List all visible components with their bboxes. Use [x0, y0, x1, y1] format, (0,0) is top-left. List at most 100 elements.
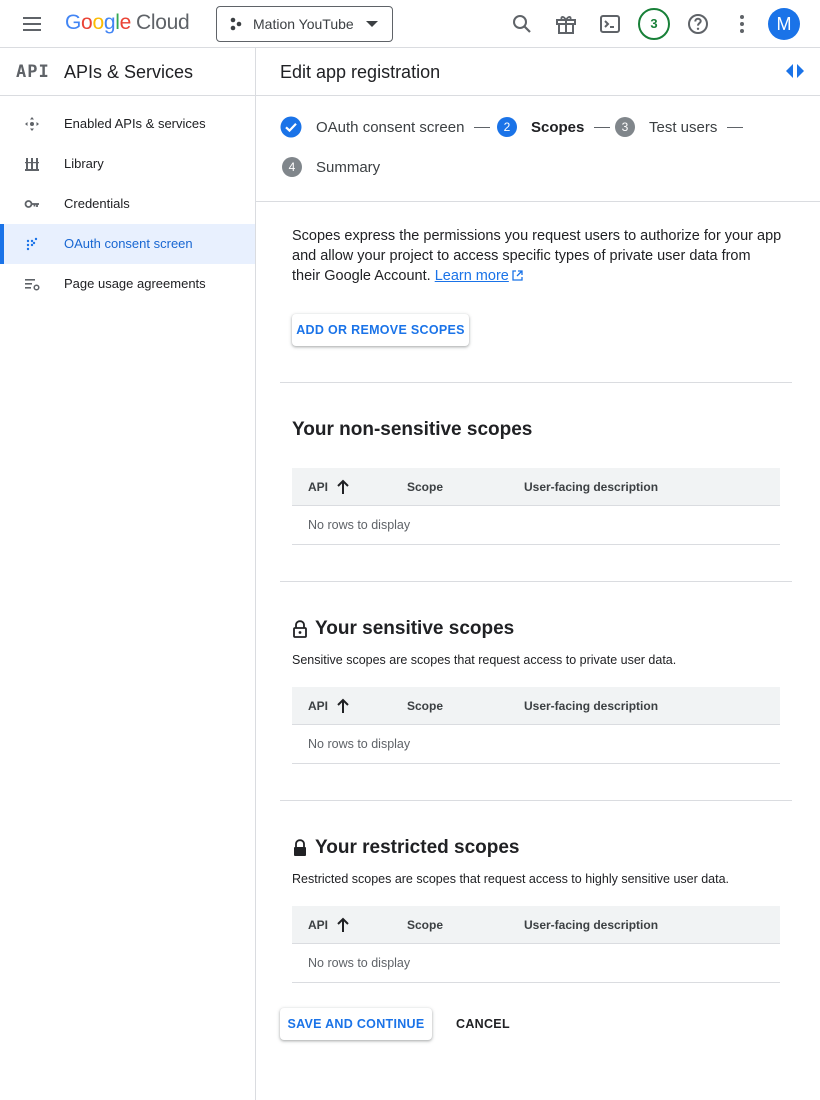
step-summary[interactable]: 4 Summary — [282, 157, 380, 177]
learn-more-label: Learn more — [434, 268, 509, 284]
column-scope[interactable]: Scope — [407, 480, 443, 494]
logo-cloud-text: Cloud — [135, 11, 190, 34]
table-header: API Scope User-facing description — [292, 468, 780, 506]
table-header: API Scope User-facing description — [292, 687, 780, 725]
sensitive-scopes-title: Your sensitive scopes — [292, 618, 514, 640]
column-api[interactable]: API — [308, 699, 328, 713]
project-picker[interactable]: Mation YouTube — [216, 6, 393, 42]
help-icon[interactable] — [686, 12, 710, 36]
empty-text: No rows to display — [308, 956, 411, 970]
intro-text: Scopes express the permissions you reque… — [292, 228, 782, 284]
column-api[interactable]: API — [308, 918, 328, 932]
add-remove-scopes-button[interactable]: ADD OR REMOVE SCOPES — [292, 314, 469, 346]
gift-icon[interactable] — [554, 12, 578, 36]
step-label: Test users — [649, 118, 718, 136]
sidebar-item-oauth-consent[interactable]: OAuth consent screen — [0, 224, 255, 264]
table-header: API Scope User-facing description — [292, 906, 780, 944]
sidebar-title: APIs & Services — [64, 62, 194, 82]
table-empty-row: No rows to display — [292, 944, 780, 983]
column-api[interactable]: API — [308, 480, 328, 494]
step-test-users[interactable]: 3 Test users — [615, 117, 744, 137]
notification-badge[interactable]: 3 — [638, 8, 670, 40]
section-divider — [280, 800, 792, 801]
column-user-facing-description[interactable]: User-facing description — [524, 480, 658, 494]
section-title-text: Your restricted scopes — [315, 837, 520, 858]
arrow-upward-icon[interactable] — [336, 479, 350, 495]
main-content: Edit app registration OAuth consent scre… — [256, 48, 820, 1100]
step-connector — [594, 126, 611, 128]
non-sensitive-scopes-table: API Scope User-facing description No row… — [292, 468, 780, 545]
scopes-intro: Scopes express the permissions you reque… — [292, 226, 782, 286]
restricted-scopes-title: Your restricted scopes — [292, 837, 520, 859]
table-empty-row: No rows to display — [292, 725, 780, 764]
main-menu-icon[interactable] — [22, 14, 46, 34]
sidebar-item-page-usage[interactable]: Page usage agreements — [0, 264, 255, 304]
cancel-button[interactable]: CANCEL — [456, 1017, 510, 1031]
sidebar-item-label: OAuth consent screen — [64, 236, 193, 251]
collapse-panel-icon[interactable] — [786, 64, 804, 78]
key-icon — [24, 200, 39, 208]
google-cloud-logo[interactable]: Google Cloud — [65, 11, 190, 35]
enabled-apis-icon — [25, 117, 39, 131]
step-label: OAuth consent screen — [316, 118, 465, 136]
arrow-upward-icon[interactable] — [336, 698, 350, 714]
step-connector — [727, 126, 744, 128]
lock-open-outline-icon — [293, 620, 307, 638]
logo-letter: g — [103, 11, 116, 34]
restricted-scopes-desc: Restricted scopes are scopes that reques… — [292, 872, 730, 886]
non-sensitive-scopes-title: Your non-sensitive scopes — [292, 419, 532, 441]
empty-text: No rows to display — [308, 518, 411, 532]
sidebar-header: API APIs & Services — [0, 48, 255, 96]
sidebar-item-label: Library — [64, 156, 104, 171]
restricted-scopes-table: API Scope User-facing description No row… — [292, 906, 780, 983]
logo-letter: o — [81, 11, 93, 34]
step-number: 3 — [615, 117, 635, 137]
library-icon — [25, 158, 39, 171]
section-title-text: Your sensitive scopes — [315, 618, 515, 639]
section-title-text: Your non-sensitive scopes — [292, 419, 533, 440]
column-scope[interactable]: Scope — [407, 699, 443, 713]
column-user-facing-description[interactable]: User-facing description — [524, 918, 658, 932]
stepper: OAuth consent screen 2 Scopes 3 Test use… — [256, 96, 820, 202]
lock-icon — [294, 839, 306, 856]
check-circle-icon — [280, 116, 302, 138]
sidebar-item-library[interactable]: Library — [0, 144, 255, 184]
logo-letter: e — [119, 11, 132, 34]
chevron-down-icon — [366, 21, 378, 27]
api-logo-icon: API — [16, 62, 50, 82]
search-icon[interactable] — [510, 12, 534, 36]
arrow-upward-icon[interactable] — [336, 917, 350, 933]
open-in-new-icon — [512, 270, 523, 281]
step-scopes[interactable]: 2 Scopes — [497, 117, 611, 137]
sensitive-scopes-table: API Scope User-facing description No row… — [292, 687, 780, 764]
more-vert-icon[interactable] — [730, 12, 754, 36]
sidebar: API APIs & Services Enabled APIs & servi… — [0, 48, 256, 1100]
sidebar-item-credentials[interactable]: Credentials — [0, 184, 255, 224]
sidebar-item-label: Credentials — [64, 196, 130, 211]
empty-text: No rows to display — [308, 737, 411, 751]
oauth-icon — [26, 237, 38, 251]
sidebar-item-enabled-apis[interactable]: Enabled APIs & services — [0, 104, 255, 144]
column-user-facing-description[interactable]: User-facing description — [524, 699, 658, 713]
settings-list-icon — [25, 279, 40, 291]
column-scope[interactable]: Scope — [407, 918, 443, 932]
section-divider — [280, 382, 792, 383]
sensitive-scopes-desc: Sensitive scopes are scopes that request… — [292, 653, 677, 667]
step-oauth-consent[interactable]: OAuth consent screen — [280, 116, 491, 138]
step-number: 2 — [497, 117, 517, 137]
sidebar-nav: Enabled APIs & services Library Credenti… — [0, 96, 255, 304]
avatar[interactable]: M — [768, 8, 800, 40]
learn-more-link[interactable]: Learn more — [435, 268, 509, 284]
sidebar-item-label: Page usage agreements — [64, 276, 206, 291]
top-bar: Google Cloud Mation YouTube 3 M — [0, 0, 820, 48]
table-empty-row: No rows to display — [292, 506, 780, 545]
page-title: Edit app registration — [280, 62, 441, 82]
project-name: Mation YouTube — [253, 16, 354, 32]
page-header: Edit app registration — [256, 48, 820, 96]
sidebar-item-label: Enabled APIs & services — [64, 116, 206, 131]
step-label: Scopes — [531, 118, 585, 136]
save-and-continue-button[interactable]: SAVE AND CONTINUE — [280, 1008, 432, 1040]
step-connector — [474, 126, 491, 128]
cloud-shell-icon[interactable] — [598, 12, 622, 36]
section-divider — [280, 581, 792, 582]
